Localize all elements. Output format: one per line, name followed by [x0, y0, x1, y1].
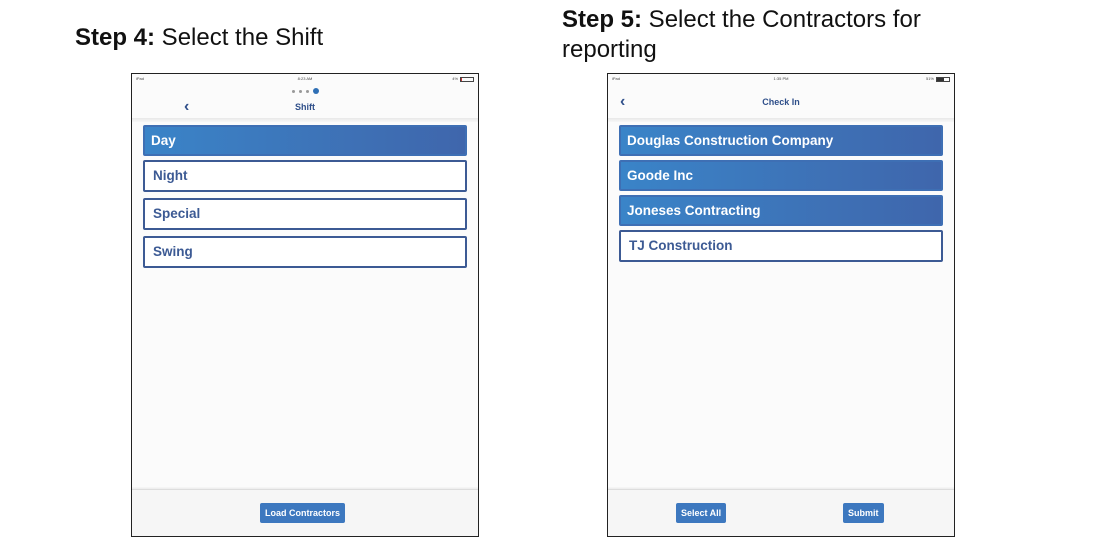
- battery-percent: 4%: [452, 76, 458, 81]
- nav-bar: ‹ Check In: [608, 92, 954, 112]
- step-5-label: Step 5:: [562, 6, 643, 33]
- shift-item-night[interactable]: Night: [143, 160, 467, 192]
- footer-bar: Select All Submit: [608, 489, 954, 536]
- page-dot-active: [312, 88, 319, 94]
- nav-divider: [608, 118, 954, 122]
- shift-list: Day Night Special Swing: [143, 125, 467, 274]
- step-4-label: Step 4:: [75, 24, 156, 51]
- shift-item-day[interactable]: Day: [143, 125, 467, 156]
- submit-button[interactable]: Submit: [843, 503, 884, 523]
- battery-status: 4%: [452, 74, 474, 84]
- shift-item-special[interactable]: Special: [143, 198, 467, 230]
- load-contractors-button[interactable]: Load Contractors: [260, 503, 346, 523]
- contractor-item-tj[interactable]: TJ Construction: [619, 230, 943, 262]
- step-4-text: Select the Shift: [155, 24, 324, 51]
- battery-icon: [460, 76, 474, 82]
- step-5-caption: Step 5: Select the Contractors for repor…: [562, 5, 982, 65]
- page-dot: [291, 89, 295, 93]
- page-indicator: [132, 88, 478, 94]
- step-4-caption: Step 4: Select the Shift: [75, 23, 323, 53]
- battery-status: 51%: [926, 74, 950, 84]
- battery-icon: [936, 76, 950, 82]
- shift-item-swing[interactable]: Swing: [143, 236, 467, 268]
- status-bar: iPad 1:35 PM 51%: [608, 74, 954, 84]
- contractor-item-goode[interactable]: Goode Inc: [619, 160, 943, 191]
- battery-percent: 51%: [925, 76, 934, 81]
- select-all-button[interactable]: Select All: [676, 503, 727, 523]
- contractor-item-douglas[interactable]: Douglas Construction Company: [619, 125, 943, 156]
- status-bar: iPad 8:23 AM 4%: [132, 74, 478, 84]
- check-in-screen: iPad 1:35 PM 51% ‹ Check In Douglas Cons…: [607, 73, 955, 537]
- page-title: Shift: [295, 102, 315, 112]
- nav-bar: ‹ Shift: [132, 97, 478, 117]
- contractor-list: Douglas Construction Company Goode Inc J…: [619, 125, 943, 268]
- footer-bar: Load Contractors: [132, 489, 478, 536]
- page-dot: [305, 89, 309, 93]
- shift-screen: iPad 8:23 AM 4% ‹ Shift Day Night Specia…: [131, 73, 479, 537]
- contractor-item-joneses[interactable]: Joneses Contracting: [619, 195, 943, 226]
- page-dot: [298, 89, 302, 93]
- status-time: 1:35 PM: [773, 76, 789, 81]
- status-time: 8:23 AM: [297, 76, 313, 81]
- page-title: Check In: [762, 97, 800, 107]
- nav-divider: [132, 118, 478, 122]
